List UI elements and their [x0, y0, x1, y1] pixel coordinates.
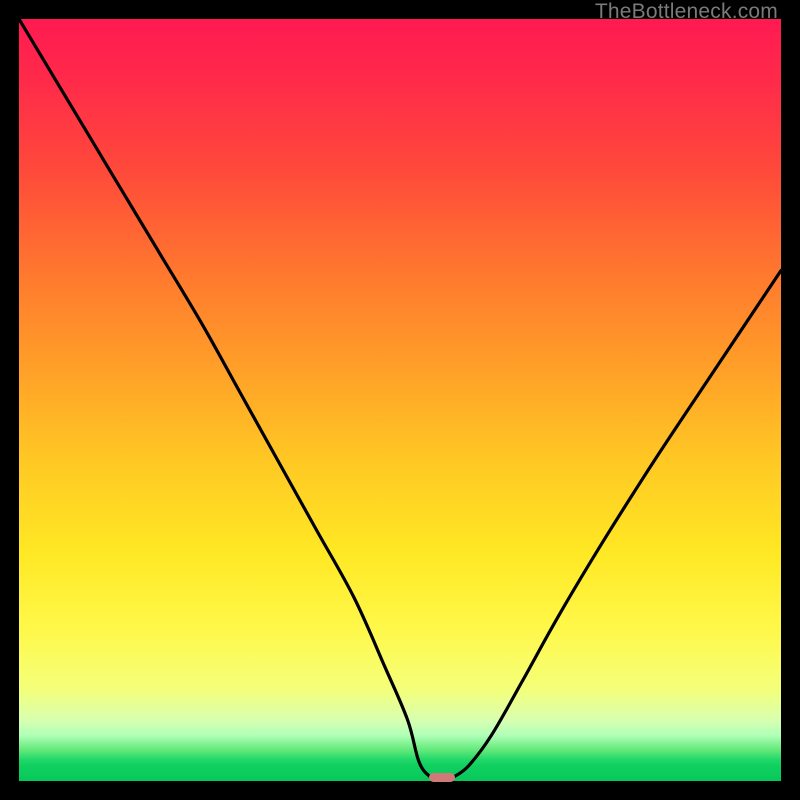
chart-frame: TheBottleneck.com	[0, 0, 800, 800]
bottleneck-curve-svg	[19, 19, 781, 781]
bottleneck-curve	[19, 19, 781, 781]
min-marker	[429, 773, 456, 782]
watermark-text: TheBottleneck.com	[595, 0, 778, 24]
